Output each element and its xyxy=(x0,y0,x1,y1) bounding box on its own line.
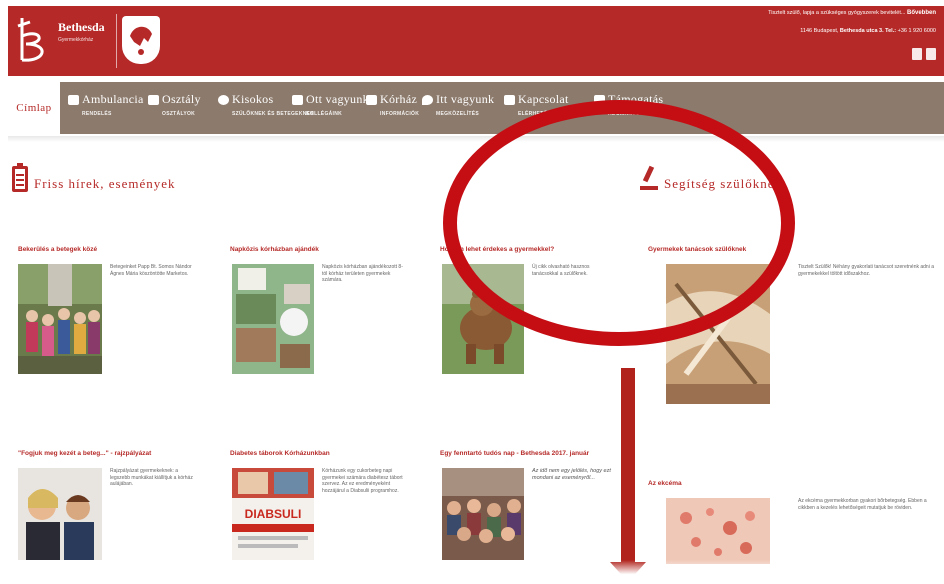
news-card-text: Kórházunk egy cukorbeteg napi gyermekei … xyxy=(322,468,403,494)
down-arrow-shaft xyxy=(621,368,635,564)
news-card[interactable]: Napközis kórházban ajándék Napközis kórh… xyxy=(230,246,420,376)
nav-sublabel: RENDELÉS xyxy=(82,111,112,117)
news-card-image[interactable] xyxy=(232,264,314,374)
notice-more-link[interactable]: Bővebben xyxy=(907,10,936,16)
nav-label: Osztály xyxy=(162,92,201,106)
nav-sublabel: MEGKÖZELÍTÉS xyxy=(436,111,480,117)
address-prefix: 1146 Budapest, xyxy=(800,28,839,34)
bed-icon xyxy=(148,94,159,105)
nav-item-location[interactable]: Itt vagyunk MEGKÖZELÍTÉS xyxy=(422,92,494,126)
contact-icon xyxy=(504,94,515,105)
nav-sublabel: OSZTÁLYOK xyxy=(162,111,196,117)
site-header: Bethesda Gyermekkórház Tisztelt szülő, l… xyxy=(8,6,944,76)
brand-block: Bethesda Gyermekkórház xyxy=(58,20,105,43)
nav-sublabel: INFORMÁCIÓK xyxy=(380,111,420,117)
news-card[interactable]: Diabetes táborok Kórházunkban DIABSULI K… xyxy=(230,450,430,560)
news-card-image[interactable] xyxy=(18,468,102,560)
nav-home[interactable]: Címlap xyxy=(8,82,60,134)
tel-label: Tel.: xyxy=(885,28,897,34)
brand-name: Bethesda xyxy=(58,20,105,34)
news-card-text: Betegeinket Papp Bt. Somos Nándor Ágnes … xyxy=(110,264,192,277)
nav-shadow xyxy=(8,136,944,142)
clipboard-icon xyxy=(12,163,28,192)
news-card-text: Rajzpályázat gyermekeknek: a legszebb mu… xyxy=(110,468,193,487)
news-card-title[interactable]: Bekerülés a betegek közé xyxy=(18,246,97,253)
help-card-text: Tisztelt Szülők! Néhány gyakorlati tanác… xyxy=(798,264,934,277)
news-title-text: Friss hírek, események xyxy=(34,176,176,191)
news-section-title: Friss hírek, események xyxy=(12,163,176,192)
building-icon xyxy=(366,94,377,105)
nav-bar: Ambulancia RENDELÉS Osztály OSZTÁLYOK Ki… xyxy=(60,82,944,134)
question-icon xyxy=(218,94,229,105)
bethesda-logo-icon[interactable] xyxy=(16,14,50,64)
news-card-image[interactable] xyxy=(18,264,102,374)
help-card-title[interactable]: Az ekcéma xyxy=(648,480,682,487)
news-card-image[interactable] xyxy=(442,468,524,560)
header-icons xyxy=(912,48,936,60)
ambulance-icon xyxy=(68,94,79,105)
tel-number[interactable]: +36 1 920 6000 xyxy=(898,28,936,34)
header-divider xyxy=(116,14,117,68)
news-card[interactable]: "Fogjuk meg kezét a beteg..." - rajzpály… xyxy=(18,450,218,560)
news-card[interactable]: Egy fenntartó tudós nap - Bethesda 2017.… xyxy=(440,450,640,560)
news-card-title[interactable]: Diabetes táborok Kórházunkban xyxy=(230,450,330,457)
help-card-text: Az ekcéma gyermekkorban gyakori bőrbeteg… xyxy=(798,498,927,511)
nav-item-we-are-there[interactable]: Ott vagyunk KOLLÉGÁINK xyxy=(292,92,369,126)
nav-label: Ott vagyunk xyxy=(306,92,369,106)
nav-label: Ambulancia xyxy=(82,92,144,106)
help-card[interactable]: Az ekcéma Az ekcéma gyermekkorban gyakor… xyxy=(648,480,944,564)
news-card-text: Az idő nem egy jelölés, hogy ezt mondani… xyxy=(532,468,611,481)
header-notice[interactable]: Tisztelt szülő, lapja a szükséges gyógys… xyxy=(768,10,936,16)
header-address: 1146 Budapest, Bethesda utca 3. Tel.: +3… xyxy=(800,28,936,34)
diabsuli-caption: DIABSULI xyxy=(245,507,302,521)
address-street: Bethesda utca 3. xyxy=(839,28,884,34)
help-card-image[interactable] xyxy=(666,498,770,564)
nav-label: Kisokos xyxy=(232,92,274,106)
language-icon[interactable] xyxy=(926,48,936,60)
crest-icon xyxy=(122,16,160,64)
bottom-fade xyxy=(0,560,944,584)
accessibility-icon[interactable] xyxy=(912,48,922,60)
nav-label: Itt vagyunk xyxy=(436,92,495,106)
main-nav: Címlap Ambulancia RENDELÉS Osztály OSZTÁ… xyxy=(8,82,944,134)
news-card-title[interactable]: Egy fenntartó tudós nap - Bethesda 2017.… xyxy=(440,450,589,457)
nav-item-ambulance[interactable]: Ambulancia RENDELÉS xyxy=(68,92,144,126)
location-icon xyxy=(422,94,433,105)
news-card-title[interactable]: "Fogjuk meg kezét a beteg..." - rajzpály… xyxy=(18,450,151,457)
notice-text: Tisztelt szülő, lapja a szükséges gyógys… xyxy=(768,10,906,16)
nav-item-ward[interactable]: Osztály OSZTÁLYOK xyxy=(148,92,201,126)
news-card-image[interactable]: DIABSULI xyxy=(232,468,314,560)
nav-label: Kórház xyxy=(380,92,418,106)
highlight-oval xyxy=(443,100,795,346)
news-card-title[interactable]: Napközis kórházban ajándék xyxy=(230,246,319,253)
news-card-text: Napközis kórházban ajándékozott 8-tól kó… xyxy=(322,264,403,283)
news-card[interactable]: Bekerülés a betegek közé Betegeinket Pap… xyxy=(18,246,208,376)
nav-label: Kapcsolat xyxy=(518,92,569,106)
nav-sublabel: KOLLÉGÁINK xyxy=(306,111,343,117)
nav-item-hospital[interactable]: Kórház INFORMÁCIÓK xyxy=(366,92,419,126)
brand-subtitle: Gyermekkórház xyxy=(58,37,94,43)
people-icon xyxy=(292,94,303,105)
